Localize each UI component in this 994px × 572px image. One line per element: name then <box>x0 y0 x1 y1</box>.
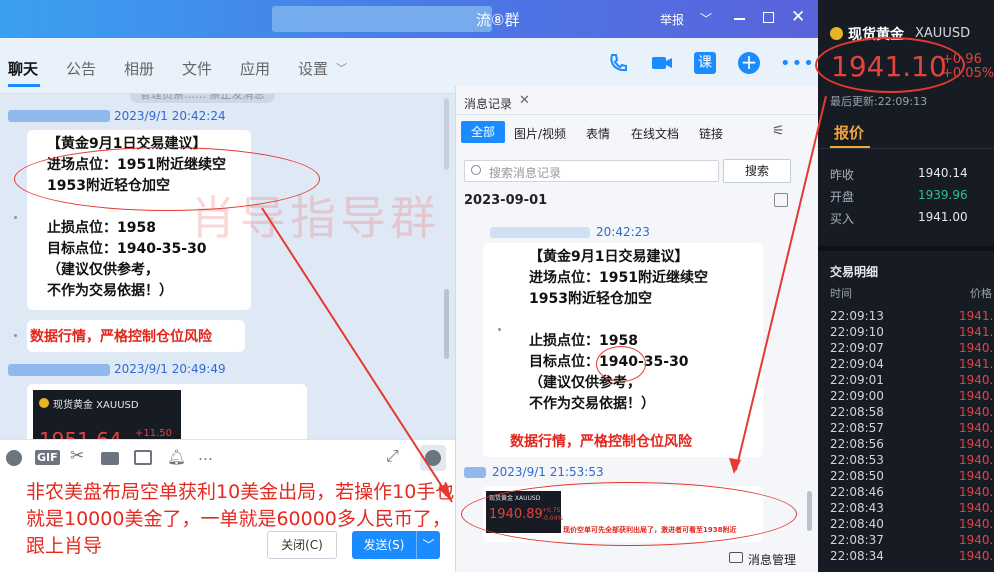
annotation-arrowhead <box>729 458 741 474</box>
annotation-arrows <box>261 95 827 503</box>
annotation-arrow <box>735 95 827 471</box>
annotation-arrowhead <box>438 483 452 502</box>
annotation-arrow <box>261 207 453 503</box>
